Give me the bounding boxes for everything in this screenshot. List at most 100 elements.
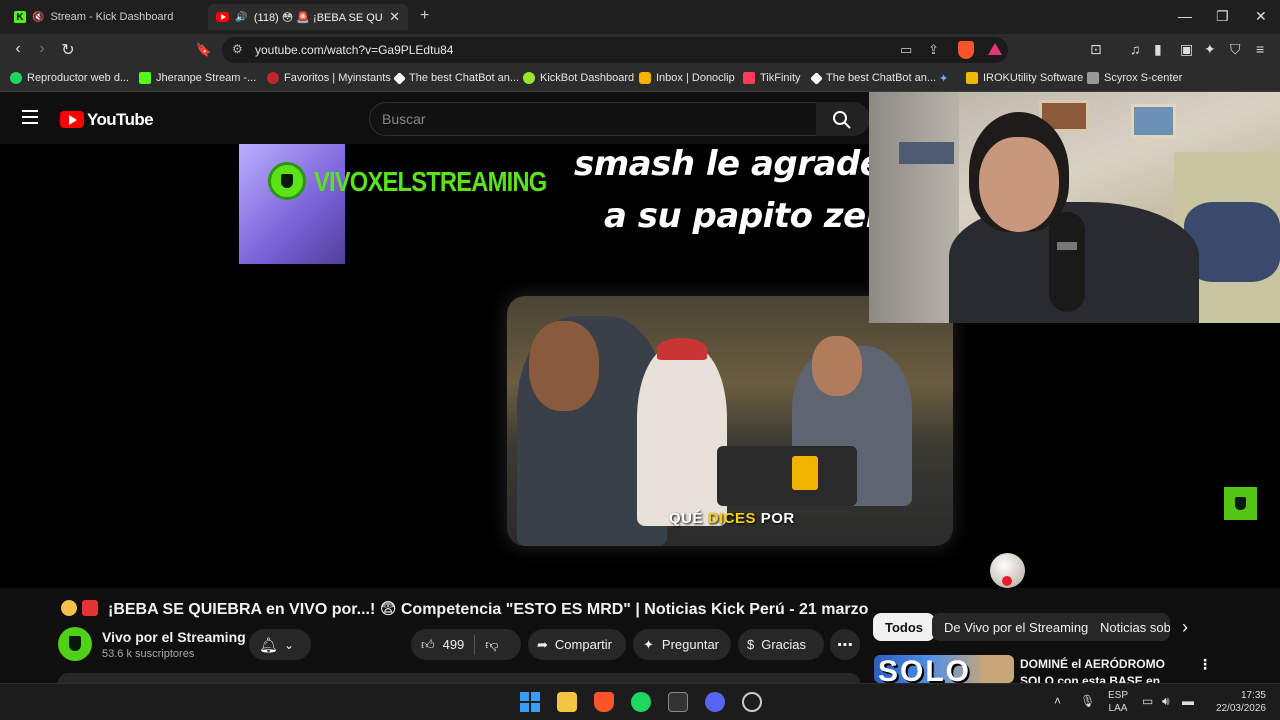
tab-label: (118) 😳 🚨 ¡BEBA SE QUIEBRA [253,11,383,24]
thanks-button[interactable]: $ Gracias [738,629,824,660]
donoclip-icon [639,72,651,84]
screenshot-icon[interactable]: ⊡ [1090,41,1102,58]
language-indicator[interactable]: ESP LAA [1108,689,1128,715]
channel-name[interactable]: Vivo por el Streaming [102,629,246,645]
description-box[interactable] [58,673,860,683]
bookmark-irokutility[interactable]: IROKUtility Software [966,72,1083,84]
video-clip-frame: QUÉ DICES POR [507,296,953,546]
video-title: ¡BEBA SE QUIEBRA en VIVO por...! 😨 Compe… [108,601,869,618]
reload-icon[interactable]: ↻ [58,40,78,60]
bookmark-chatbot-2[interactable]: The best ChatBot an... [810,71,936,85]
shelf-item [899,142,954,164]
share-icon[interactable]: ⇪ [928,42,939,58]
chip-channel[interactable]: De Vivo por el Streaming [932,613,1101,641]
ask-button[interactable]: ✦ Preguntar [633,629,731,660]
bookmarks-bar: Reproductor web d... Jheranpe Stream -..… [0,66,1280,92]
brave-browser-icon[interactable] [594,692,614,712]
site-info-icon[interactable]: ⚙ [232,42,243,56]
bookmark-jheranpe[interactable]: Jheranpe Stream -... [139,72,256,84]
windows-start-icon[interactable] [520,692,540,712]
address-toolbar: ‹ › ↻ 🔖 ⚙ youtube.com/watch?v=Ga9PLEdtu8… [0,34,1280,66]
channel-watermark-icon[interactable] [1224,487,1257,520]
cap [657,338,707,360]
more-actions-button[interactable]: ⋯ [830,629,860,660]
discord-icon[interactable] [705,692,725,712]
vpn-icon[interactable]: ⛉ [1230,41,1241,58]
brave-shield-icon[interactable] [958,41,974,59]
kebab-menu-icon[interactable]: ⋮ [1198,656,1212,673]
chevron-right-icon[interactable]: › [1182,617,1188,638]
recommended-thumbnail[interactable]: SOLO [874,655,1014,683]
bookmark-kickbot[interactable]: KickBot Dashboard [523,72,634,84]
subscribed-bell-button[interactable]: 🔔︎ ⌄ [249,629,311,660]
back-icon[interactable]: ‹ [8,40,28,58]
table [717,446,857,506]
person-head [529,321,599,411]
maximize-button[interactable]: ❐ [1216,8,1229,25]
bookmark-chatbot-1[interactable]: The best ChatBot an... [393,71,519,85]
leo-ai-icon[interactable]: ✦ [1204,41,1216,58]
bookmark-gemini[interactable]: ✦ [939,72,948,85]
chip-all[interactable]: Todos [873,613,936,641]
search-button[interactable] [816,102,870,136]
new-tab-button[interactable]: + [420,7,429,25]
spotify-icon[interactable] [631,692,651,712]
gemini-icon: ✦ [939,73,949,85]
sparkle-icon: ✦ [643,636,654,652]
sidebar-icon[interactable]: ▮ [1154,41,1162,58]
clip-caption: QUÉ DICES POR [669,510,795,527]
mute-icon: 🔇 [32,11,45,23]
bookmark-icon[interactable]: 🔖 [194,42,214,58]
minimize-button[interactable]: — [1178,8,1192,24]
spotify-icon [10,72,22,84]
network-icon[interactable]: ▭ [1142,694,1153,708]
cast-icon[interactable]: ▭ [900,42,912,58]
dislike-button[interactable]: 👎︎ [475,637,498,653]
youtube-logo-text[interactable]: YouTube [87,110,154,130]
youtube-logo-icon[interactable] [60,111,84,128]
bell-icon: 🔔︎ [259,636,279,654]
media-icon[interactable]: ♫ [1130,41,1141,57]
bookmark-tikfinity[interactable]: TikFinity [743,72,801,84]
battery-icon[interactable]: ▬ [1182,694,1194,708]
brave-rewards-icon[interactable] [988,43,1002,55]
microphone-icon[interactable]: 🎙︎ [1080,694,1095,708]
thumbs-down-icon: 👎︎ [485,636,499,652]
bookmark-donoclip[interactable]: Inbox | Donoclip [639,72,735,84]
channel-avatar[interactable] [58,627,92,661]
more-icon: ⋯ [837,636,853,654]
search-input[interactable] [382,111,802,127]
browser-tab-bar: K 🔇 Stream - Kick Dashboard 🔊 (118) 😳 🚨 … [0,0,1280,34]
menu-icon[interactable]: ≡ [1256,41,1264,57]
tab-youtube-video[interactable]: 🔊 (118) 😳 🚨 ¡BEBA SE QUIEBRA ✕ [208,4,408,30]
bookmark-myinstants[interactable]: Favoritos | Myinstants [267,72,391,84]
close-window-button[interactable]: ✕ [1255,8,1267,25]
close-tab-icon[interactable]: ✕ [389,9,400,25]
volume-icon[interactable]: 🔊︎ [1162,694,1170,709]
forward-icon[interactable]: › [32,40,52,58]
siren-emoji-icon [82,600,98,616]
clock[interactable]: 17:35 22/03/2026 [1208,689,1266,715]
subscriber-count: 53.6 k suscriptores [102,648,195,660]
obs-icon[interactable] [742,692,762,712]
like-button[interactable]: 👍︎ 499 [411,634,476,655]
wall-shelf [869,92,959,323]
bookmark-scyrox[interactable]: Scyrox S-center [1087,72,1182,84]
channel-logo-icon [268,162,306,200]
tab-kick-dashboard[interactable]: K 🔇 Stream - Kick Dashboard [6,4,206,30]
recommended-title[interactable]: DOMINÉ el AERÓDROMO SOLO con esta BASE e… [1020,656,1190,683]
wallet-icon[interactable]: ▣ [1180,41,1193,58]
file-explorer-icon[interactable] [557,692,577,712]
share-button[interactable]: ➦ Compartir [528,629,626,660]
wall-frame [1131,104,1176,138]
tikfinity-icon [743,72,755,84]
chevron-up-icon[interactable]: ˄ [1054,694,1061,708]
chip-news[interactable]: Noticias sob [1088,613,1170,641]
audio-app-icon[interactable] [668,692,688,712]
hamburger-menu-icon[interactable] [22,110,38,128]
url-bar[interactable]: ⚙ youtube.com/watch?v=Ga9PLEdtu84 ▭ ⇪ [222,37,1008,63]
speaker-icon: 🔊 [235,11,248,23]
share-arrow-icon: ➦ [537,636,548,652]
chatbot-icon [393,71,406,85]
bookmark-spotify[interactable]: Reproductor web d... [10,72,129,84]
